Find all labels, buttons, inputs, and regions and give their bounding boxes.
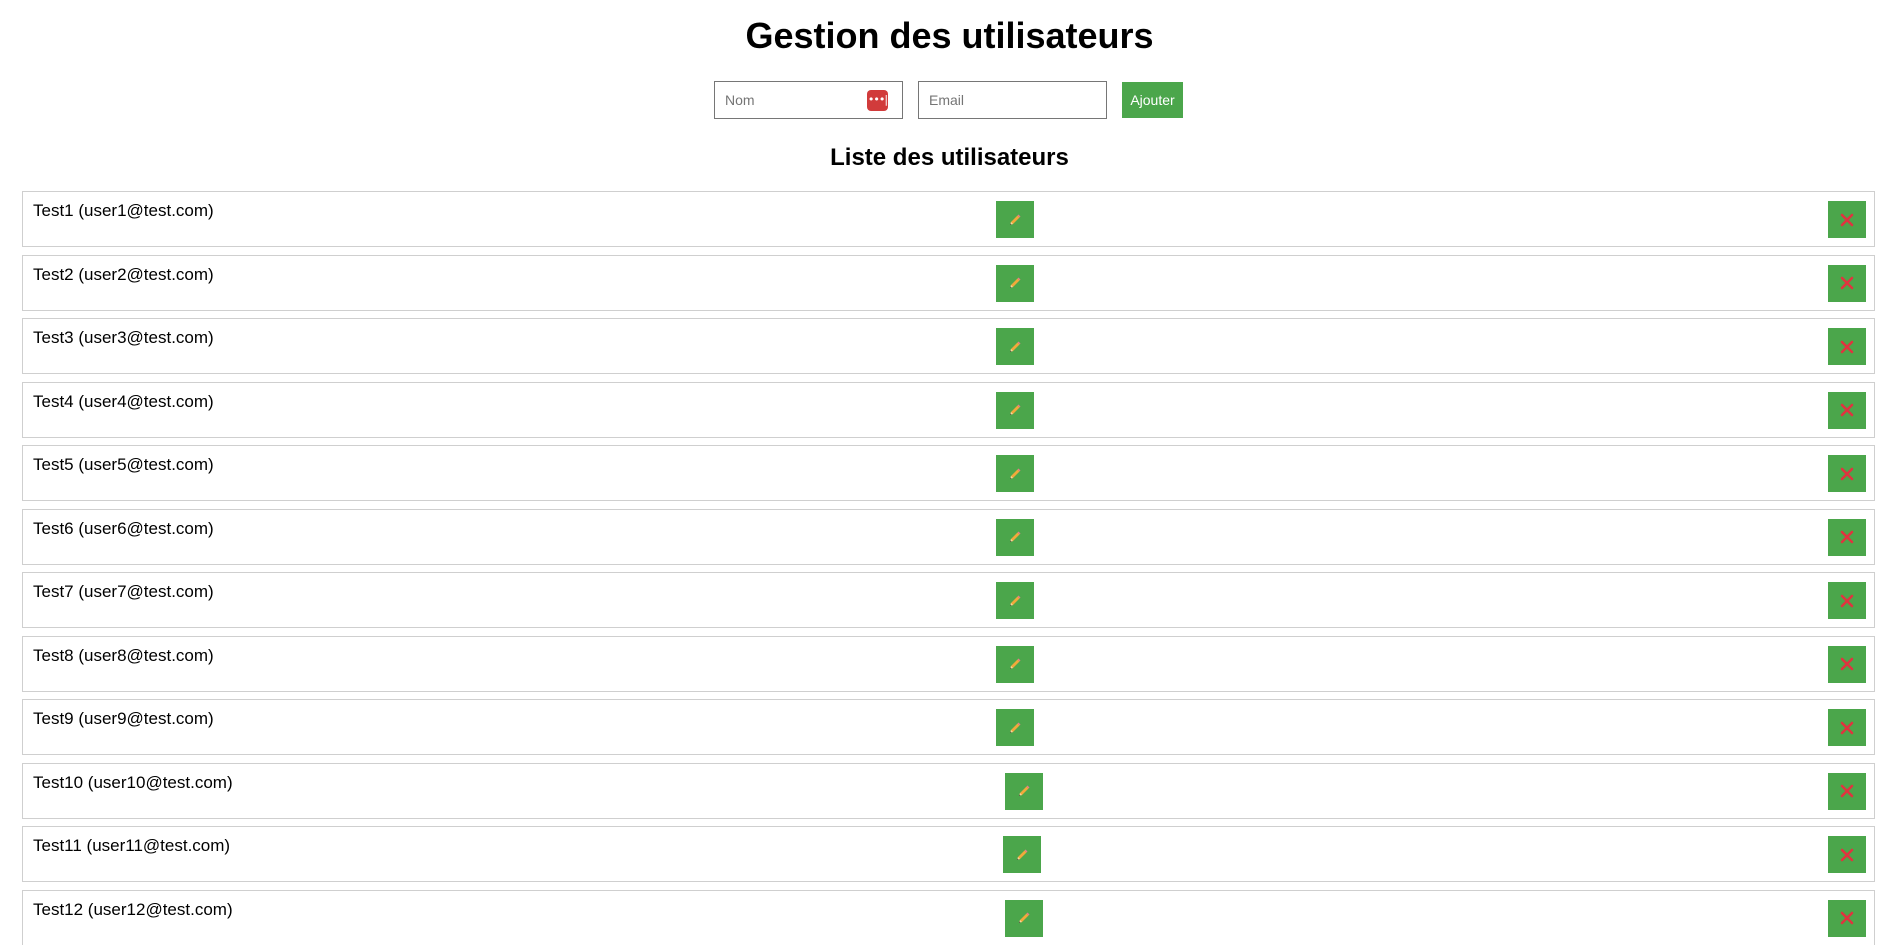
pencil-icon (1010, 214, 1021, 225)
user-label: Test5 (user5@test.com) (33, 455, 214, 474)
pencil-icon (1010, 404, 1021, 415)
pencil-icon (1010, 531, 1021, 542)
name-input[interactable] (715, 82, 875, 118)
delete-button[interactable] (1828, 709, 1866, 746)
delete-button[interactable] (1828, 899, 1866, 937)
cross-mark-icon (1840, 213, 1854, 226)
pencil-icon (1010, 277, 1021, 288)
cross-mark-icon (1840, 721, 1854, 734)
delete-button[interactable] (1828, 201, 1866, 238)
delete-button[interactable] (1828, 772, 1866, 810)
pencil-icon (1010, 468, 1021, 479)
edit-button[interactable] (996, 645, 1034, 683)
user-list: Test1 (user1@test.com) Test2 (user2@test.… (22, 191, 1875, 945)
user-label: Test4 (user4@test.com) (33, 391, 214, 411)
delete-button[interactable] (1828, 645, 1866, 683)
cross-mark-icon (1840, 657, 1854, 671)
user-management-page: Gestion des utilisateurs •••| Ajouter Li… (0, 0, 1899, 945)
cross-mark-icon (1840, 848, 1854, 861)
add-button[interactable]: Ajouter (1122, 82, 1183, 118)
list-item: Test7 (user7@test.com) (22, 572, 1875, 628)
user-label: Test11 (user11@test.com) (33, 836, 231, 855)
pencil-icon (1017, 849, 1028, 860)
user-label: Test1 (user1@test.com) (33, 201, 214, 220)
pencil-icon (1010, 722, 1021, 733)
list-item: Test8 (user8@test.com) (22, 635, 1875, 692)
list-item: Test6 (user6@test.com) (22, 508, 1875, 565)
user-label: Test12 (user12@test.com) (33, 899, 233, 919)
pencil-icon (1010, 658, 1021, 669)
cross-mark-icon (1840, 784, 1854, 798)
edit-button[interactable] (996, 455, 1034, 492)
user-label: Test9 (user9@test.com) (33, 709, 214, 728)
edit-button[interactable] (1005, 772, 1043, 810)
password-manager-icon[interactable]: •••| (867, 90, 888, 111)
delete-button[interactable] (1828, 328, 1866, 365)
cross-mark-icon (1840, 467, 1854, 480)
pencil-icon (1019, 912, 1030, 923)
cross-mark-icon (1840, 403, 1854, 417)
email-input[interactable] (919, 82, 1079, 118)
pencil-icon (1010, 341, 1021, 352)
user-label: Test7 (user7@test.com) (33, 582, 214, 601)
delete-button[interactable] (1828, 455, 1866, 492)
name-field[interactable]: •••| (714, 81, 903, 119)
cross-mark-icon (1840, 530, 1854, 544)
email-field[interactable] (918, 81, 1107, 119)
edit-button[interactable] (996, 582, 1034, 619)
user-label: Test6 (user6@test.com) (33, 518, 214, 538)
user-label: Test10 (user10@test.com) (33, 772, 233, 792)
delete-button[interactable] (1828, 836, 1866, 873)
delete-button[interactable] (1828, 264, 1866, 302)
list-item: Test3 (user3@test.com) (22, 318, 1875, 374)
cross-mark-icon (1840, 911, 1854, 925)
delete-button[interactable] (1828, 518, 1866, 556)
list-title: Liste des utilisateurs (830, 144, 1069, 171)
list-item: Test10 (user10@test.com) (22, 762, 1875, 819)
edit-button[interactable] (996, 201, 1034, 238)
add-user-form: •••| Ajouter (0, 81, 1899, 119)
edit-button[interactable] (996, 391, 1034, 429)
user-label: Test8 (user8@test.com) (33, 645, 214, 665)
list-item: Test5 (user5@test.com) (22, 445, 1875, 501)
user-label: Test3 (user3@test.com) (33, 328, 214, 347)
edit-button[interactable] (1005, 899, 1043, 937)
list-item: Test4 (user4@test.com) (22, 381, 1875, 438)
page-title: Gestion des utilisateurs (745, 15, 1154, 56)
edit-button[interactable] (1003, 836, 1041, 873)
list-item: Test1 (user1@test.com) (22, 191, 1875, 247)
edit-button[interactable] (996, 709, 1034, 746)
user-label: Test2 (user2@test.com) (33, 264, 214, 284)
cross-mark-icon (1840, 276, 1854, 290)
delete-button[interactable] (1828, 391, 1866, 429)
pencil-icon (1010, 595, 1021, 606)
delete-button[interactable] (1828, 582, 1866, 619)
edit-button[interactable] (996, 518, 1034, 556)
edit-button[interactable] (996, 328, 1034, 365)
list-item: Test9 (user9@test.com) (22, 699, 1875, 755)
cross-mark-icon (1840, 594, 1854, 607)
pencil-icon (1019, 785, 1030, 796)
list-item: Test2 (user2@test.com) (22, 254, 1875, 311)
list-item: Test12 (user12@test.com) (22, 889, 1875, 945)
edit-button[interactable] (996, 264, 1034, 302)
list-item: Test11 (user11@test.com) (22, 826, 1875, 882)
cross-mark-icon (1840, 340, 1854, 353)
